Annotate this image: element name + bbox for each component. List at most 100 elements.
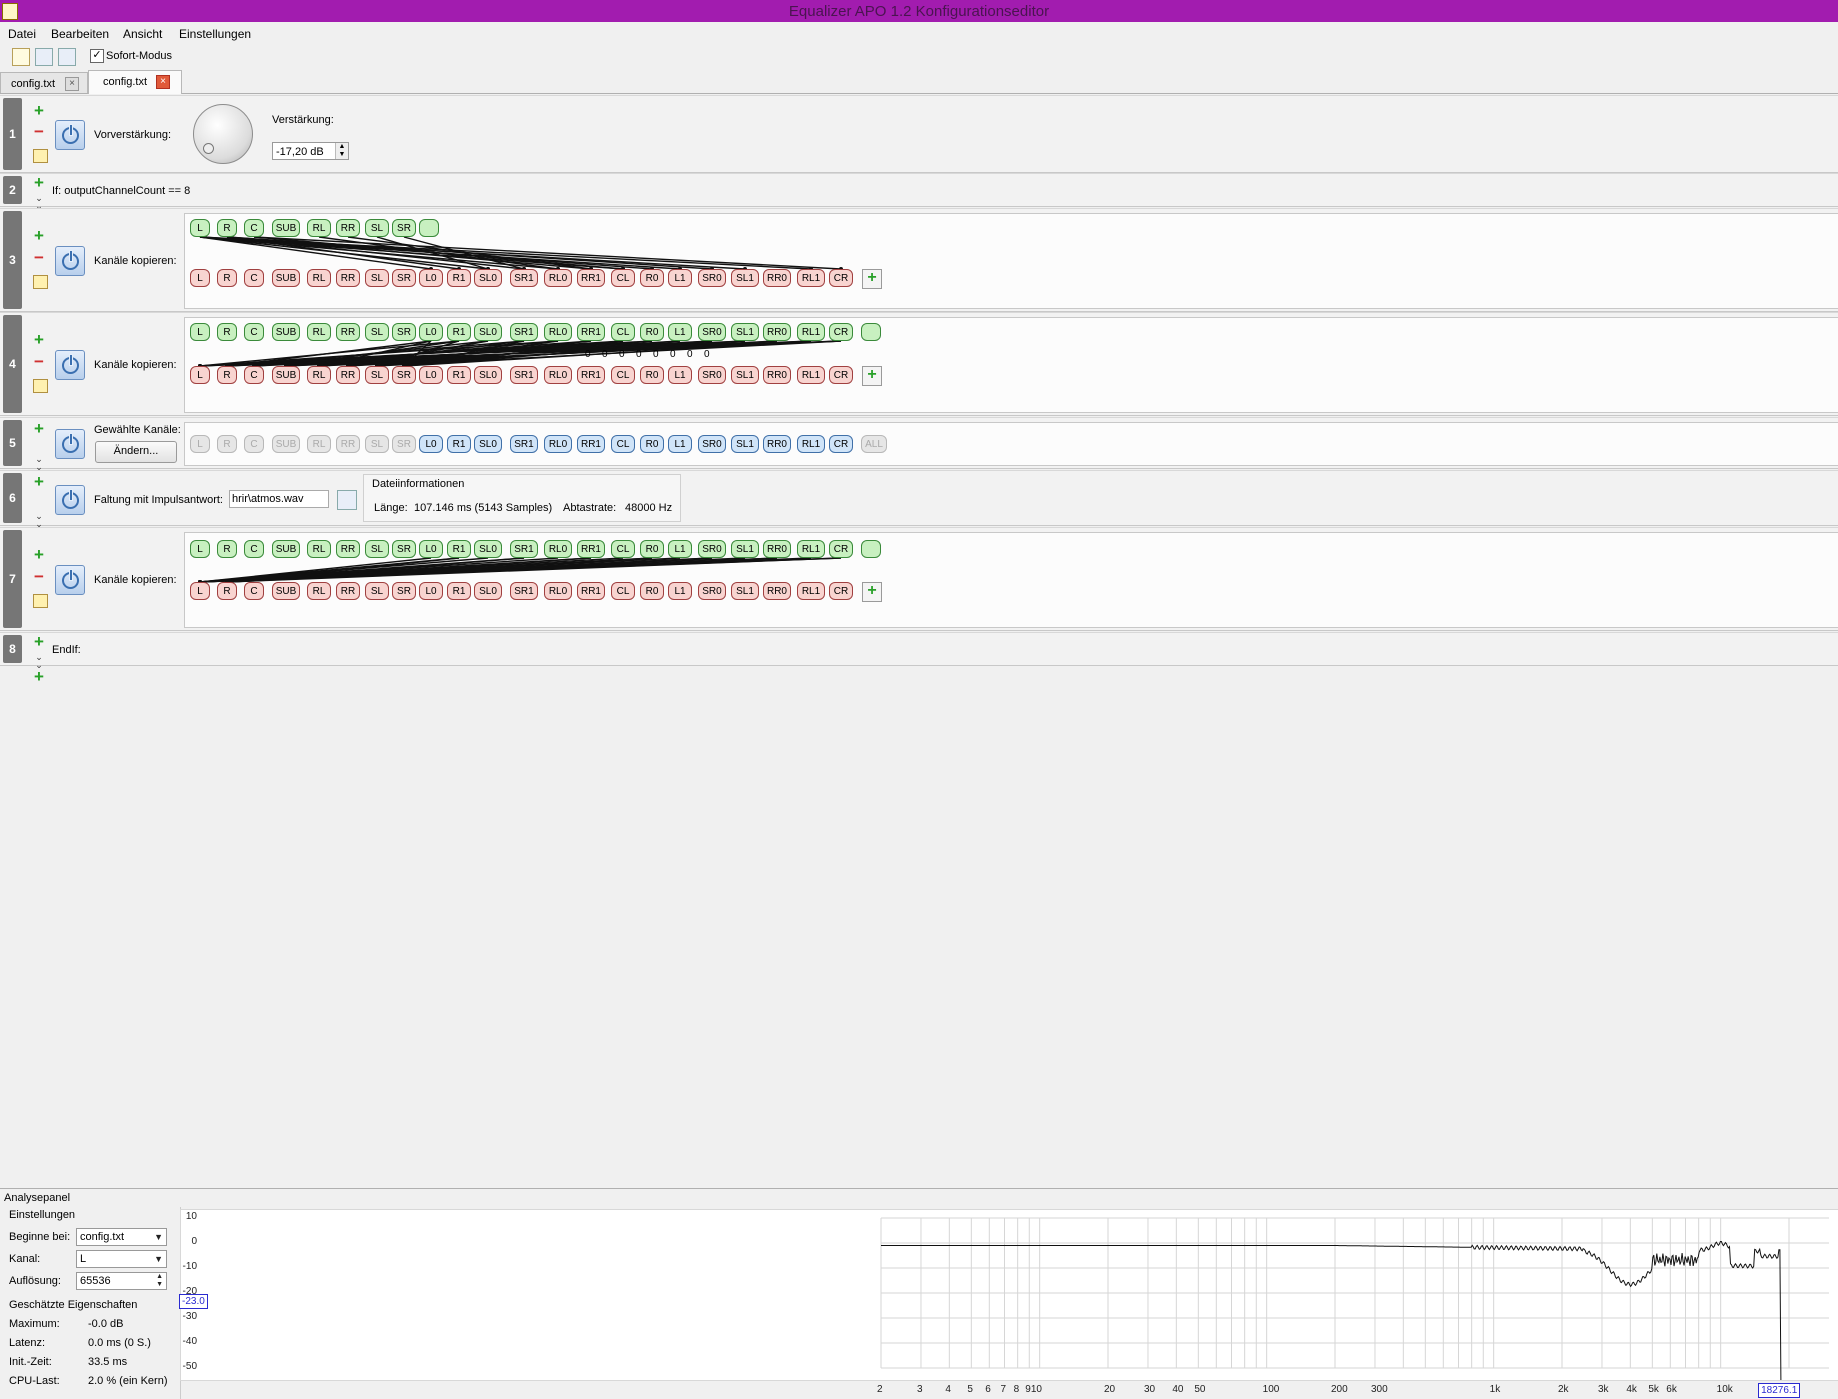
channel-chip-rl[interactable]: RL — [307, 582, 331, 600]
channel-chip-sr0[interactable]: SR0 — [698, 435, 726, 453]
channel-chip-c[interactable]: C — [244, 582, 264, 600]
channel-chip-all[interactable]: ALL — [861, 435, 887, 453]
channel-chip-sl0[interactable]: SL0 — [474, 366, 502, 384]
close-icon[interactable]: × — [156, 75, 170, 89]
channel-chip-cr[interactable]: CR — [829, 269, 853, 287]
add-filter-icon[interactable]: + — [32, 668, 46, 685]
channel-chip-sub[interactable]: SUB — [272, 582, 300, 600]
channel-chip-sub[interactable]: SUB — [272, 269, 300, 287]
tab-config-2[interactable]: config.txt × — [88, 70, 182, 94]
edit-icon[interactable] — [33, 594, 48, 608]
channel-chip-l1[interactable]: L1 — [668, 435, 692, 453]
channel-chip-cl[interactable]: CL — [611, 269, 635, 287]
channel-chip-rr[interactable]: RR — [336, 435, 360, 453]
channel-chip-rl[interactable]: RL — [307, 323, 331, 341]
channel-chip-sr1[interactable]: SR1 — [510, 435, 538, 453]
channel-chip-l1[interactable]: L1 — [668, 540, 692, 558]
remove-icon[interactable]: − — [32, 568, 46, 585]
channel-chip-rr[interactable]: RR — [336, 582, 360, 600]
channel-chip-rr1[interactable]: RR1 — [577, 366, 605, 384]
channel-chip-rr[interactable]: RR — [336, 540, 360, 558]
power-toggle[interactable] — [55, 429, 85, 459]
channel-chip-sl0[interactable]: SL0 — [474, 269, 502, 287]
power-toggle[interactable] — [55, 350, 85, 380]
channel-chip-l[interactable]: L — [190, 366, 210, 384]
menu-edit[interactable]: Bearbeiten — [51, 27, 109, 41]
channel-chip-sr1[interactable]: SR1 — [510, 582, 538, 600]
channel-chip-rl0[interactable]: RL0 — [544, 540, 572, 558]
power-toggle[interactable] — [55, 120, 85, 150]
channel-chip-sl0[interactable]: SL0 — [474, 540, 502, 558]
channel-chip-c[interactable]: C — [244, 269, 264, 287]
channel-chip-sl1[interactable]: SL1 — [731, 366, 759, 384]
add-channel-icon[interactable]: + — [862, 582, 882, 602]
channel-chip-l[interactable]: L — [190, 582, 210, 600]
channel-chip-l[interactable]: L — [190, 540, 210, 558]
channel-chip-r0[interactable]: R0 — [640, 435, 664, 453]
menu-settings[interactable]: Einstellungen — [179, 27, 251, 41]
channel-chip-sl1[interactable]: SL1 — [731, 582, 759, 600]
channel-chip-rl1[interactable]: RL1 — [797, 582, 825, 600]
new-file-icon[interactable] — [12, 48, 30, 66]
tab-config-1[interactable]: config.txt × — [0, 72, 88, 93]
channel-chip-c[interactable]: C — [244, 219, 264, 237]
channel-chip-sr0[interactable]: SR0 — [698, 366, 726, 384]
channel-chip-sr1[interactable]: SR1 — [510, 269, 538, 287]
channel-combo[interactable]: L ▼ — [76, 1250, 167, 1268]
gain-knob[interactable] — [193, 104, 253, 164]
channel-chip-sub[interactable]: SUB — [272, 435, 300, 453]
channel-chip-new[interactable] — [861, 540, 881, 558]
remove-icon[interactable]: − — [32, 123, 46, 140]
channel-chip-sr[interactable]: SR — [392, 323, 416, 341]
channel-chip-sub[interactable]: SUB — [272, 323, 300, 341]
channel-chip-rl1[interactable]: RL1 — [797, 269, 825, 287]
channel-chip-cr[interactable]: CR — [829, 435, 853, 453]
resolution-spinbox[interactable]: 65536 ▲ ▼ — [76, 1272, 167, 1290]
channel-chip-sub[interactable]: SUB — [272, 540, 300, 558]
channel-chip-r0[interactable]: R0 — [640, 582, 664, 600]
channel-chip-rr0[interactable]: RR0 — [763, 435, 791, 453]
add-icon[interactable]: + — [32, 420, 46, 437]
channel-chip-cl[interactable]: CL — [611, 323, 635, 341]
channel-chip-rr1[interactable]: RR1 — [577, 540, 605, 558]
channel-chip-r1[interactable]: R1 — [447, 435, 471, 453]
channel-chip-r0[interactable]: R0 — [640, 269, 664, 287]
channel-chip-sl[interactable]: SL — [365, 269, 389, 287]
channel-chip-new[interactable] — [861, 323, 881, 341]
channel-chip-c[interactable]: C — [244, 540, 264, 558]
channel-chip-r1[interactable]: R1 — [447, 366, 471, 384]
channel-chip-l[interactable]: L — [190, 269, 210, 287]
channel-chip-l[interactable]: L — [190, 219, 210, 237]
add-icon[interactable]: + — [32, 546, 46, 563]
channel-chip-sub[interactable]: SUB — [272, 219, 300, 237]
channel-chip-sl[interactable]: SL — [365, 219, 389, 237]
channel-chip-sr0[interactable]: SR0 — [698, 582, 726, 600]
channel-chip-l0[interactable]: L0 — [419, 540, 443, 558]
channel-chip-cl[interactable]: CL — [611, 540, 635, 558]
channel-chip-l0[interactable]: L0 — [419, 435, 443, 453]
channel-chip-new[interactable] — [419, 219, 439, 237]
channel-chip-sl1[interactable]: SL1 — [731, 435, 759, 453]
channel-chip-rr0[interactable]: RR0 — [763, 540, 791, 558]
channel-chip-cl[interactable]: CL — [611, 582, 635, 600]
channel-chip-sl1[interactable]: SL1 — [731, 323, 759, 341]
edit-icon[interactable] — [33, 149, 48, 163]
channel-chip-sr[interactable]: SR — [392, 582, 416, 600]
channel-chip-r[interactable]: R — [217, 366, 237, 384]
add-channel-icon[interactable]: + — [862, 269, 882, 289]
channel-chip-l1[interactable]: L1 — [668, 582, 692, 600]
channel-chip-r0[interactable]: R0 — [640, 366, 664, 384]
channel-chip-rr[interactable]: RR — [336, 366, 360, 384]
channel-chip-sr[interactable]: SR — [392, 540, 416, 558]
power-toggle[interactable] — [55, 565, 85, 595]
channel-chip-cr[interactable]: CR — [829, 323, 853, 341]
channel-chip-sl[interactable]: SL — [365, 323, 389, 341]
channel-chip-c[interactable]: C — [244, 323, 264, 341]
channel-chip-rl0[interactable]: RL0 — [544, 323, 572, 341]
channel-chip-cr[interactable]: CR — [829, 366, 853, 384]
add-icon[interactable]: + — [32, 102, 46, 119]
channel-chip-r[interactable]: R — [217, 219, 237, 237]
chevron-down-icon[interactable]: ⌄ ⌄ — [34, 512, 44, 529]
channel-chip-r[interactable]: R — [217, 435, 237, 453]
channel-chip-sl0[interactable]: SL0 — [474, 435, 502, 453]
